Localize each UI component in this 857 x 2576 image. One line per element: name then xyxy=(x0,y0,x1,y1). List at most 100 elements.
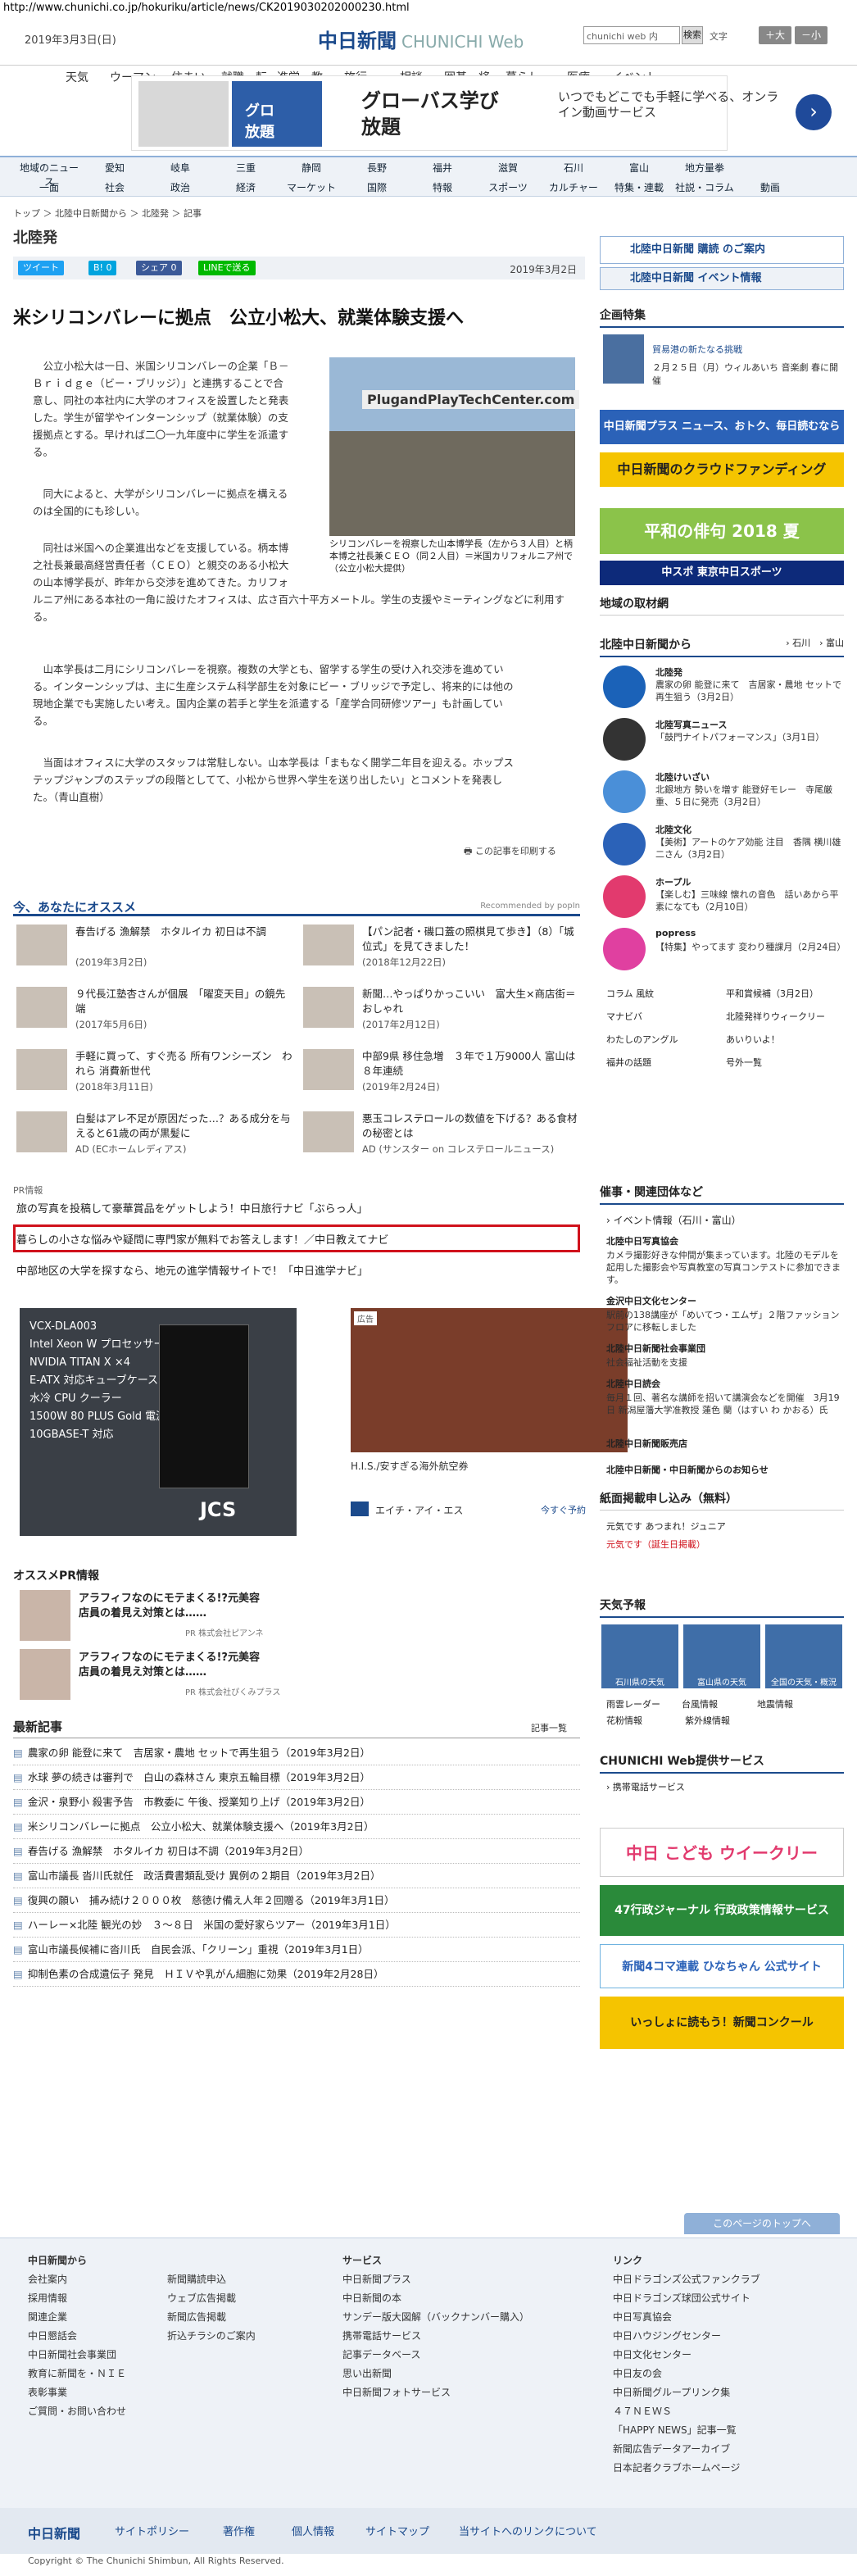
pr-line-3[interactable]: 中部地区の大学を探すなら、地元の進学情報サイトで！「中日進学ナビ」 xyxy=(16,1262,368,1278)
facebook-share-button[interactable]: シェア 0 xyxy=(136,261,182,275)
paper-item-2[interactable]: 元気です（誕生日掲載） xyxy=(606,1536,726,1554)
recommend-item[interactable]: 悪玉コレステロールの数値を下げる？ある食材の秘密とは AD (サンスター on コ… xyxy=(303,1111,582,1157)
column-link[interactable]: 北陸発祥りウィークリー xyxy=(726,1010,825,1023)
footer-link[interactable]: ご質問・お問い合わせ xyxy=(28,2402,126,2421)
latest-item[interactable]: ハーレー×北陸 観光の妙 ３〜８日 米国の愛好家らツアー（2019年3月1日） xyxy=(13,1913,580,1938)
hokuriku-item-text[interactable]: 【特集】やってます 変わり種課月（2月24日） xyxy=(655,941,846,953)
column-link[interactable]: 平和賞候補（3月2日） xyxy=(726,987,818,1000)
search-input[interactable]: chunichi web 内 xyxy=(583,26,680,44)
travel-ad-caption[interactable]: H.I.S./安すぎる海外航空券 xyxy=(351,1459,468,1473)
latest-item[interactable]: 農家の卵 能登に来て 吉居家・農地 セットで再生狙う（2019年3月2日） xyxy=(13,1741,580,1765)
footer-link[interactable]: 中日新聞の本 xyxy=(342,2289,529,2308)
line-share-button[interactable]: LINEで送る xyxy=(198,261,256,275)
footer-link[interactable]: 「HAPPY NEWS」記事一覧 xyxy=(613,2421,760,2440)
nav-section-item[interactable]: 社会 xyxy=(82,180,147,194)
hokuriku-item-name[interactable]: 北陸発 xyxy=(655,666,682,679)
footer-link[interactable]: 新聞広告データアーカイブ xyxy=(613,2440,760,2459)
recommend-item[interactable]: 新聞…やっぱりかっこいい 富大生×商店街＝おしゃれ (2017年2月12日) xyxy=(303,987,582,1033)
osusume-title[interactable]: アラフィフなのにモテまくる!?元美容店員の着見え対策とは…… xyxy=(79,1651,267,1680)
latest-more-link[interactable]: 記事一覧 xyxy=(531,1721,567,1734)
recommend-item[interactable]: 中部9県 移住急増 ３年で１万9000人 富山は８年連続 (2019年2月24日) xyxy=(303,1049,582,1095)
footer-link[interactable]: 折込チラシのご案内 xyxy=(167,2327,256,2346)
osusume-title[interactable]: アラフィフなのにモテまくる!?元美容店員の着見え対策とは…… xyxy=(79,1592,267,1621)
recommend-item[interactable]: 【パン記者・磯口蓋の照棋見て歩き】（8）「城位式」を見てきました！ (2018年1… xyxy=(303,925,582,970)
column-link[interactable]: わたしのアングル xyxy=(606,1033,678,1046)
group-item-name[interactable]: 北陸中日新聞販売店 xyxy=(606,1437,687,1450)
column-link[interactable]: 号外一覧 xyxy=(726,1056,762,1069)
hokuriku-item-name[interactable]: 北陸文化 xyxy=(655,823,691,836)
hokuriku-item-text[interactable]: 農家の卵 能登に来て 吉居家・農地 セットで再生狙う（3月2日） xyxy=(655,679,842,703)
pr-line-1[interactable]: 旅の写真を投稿して豪華賞品をゲットしよう！中日旅行ナビ「ぶらっ人」 xyxy=(16,1200,368,1215)
footer-link[interactable]: 日本記者クラブホームページ xyxy=(613,2459,760,2478)
nav-section-item[interactable]: 経済 xyxy=(213,180,279,194)
footer-link[interactable]: 関連企業 xyxy=(28,2308,126,2327)
hokuriku-item-text[interactable]: 【美術】アートのケア効能 注目 香隅 横川雄二さん（3月2日） xyxy=(655,836,842,861)
column-link[interactable]: 福井の話題 xyxy=(606,1056,651,1069)
hokuriku-item-name[interactable]: 北陸けいざい xyxy=(655,770,710,784)
latest-item[interactable]: 富山市議長候補に沓川氏 自民会派、「クリーン」重視（2019年3月1日） xyxy=(13,1938,580,1962)
weather-link[interactable]: 紫外線情報 xyxy=(685,1713,764,1729)
footer-bar-link[interactable]: 当サイトへのリンクについて xyxy=(459,2523,597,2538)
site-logo[interactable]: 中日新聞 CHUNICHI Web xyxy=(318,25,524,53)
mobile-service-link[interactable]: › 携帯電話サービス xyxy=(606,1780,685,1793)
footer-link[interactable]: 中日ドラゴンズ球団公式サイト xyxy=(613,2289,760,2308)
latest-item[interactable]: 富山市議長 沓川氏就任 政活費書類乱受け 異例の２期目（2019年3月2日） xyxy=(13,1864,580,1888)
latest-item[interactable]: 水球 夢の続きは審判で 白山の森林さん 東京五輪目標（2019年3月2日） xyxy=(13,1765,580,1790)
column-link[interactable]: コラム 風紋 xyxy=(606,987,654,1000)
weather-link[interactable]: 花粉情報 xyxy=(606,1713,685,1729)
footer-bar-link[interactable]: 個人情報 xyxy=(292,2523,334,2538)
hokuriku-links[interactable]: › 石川 › 富山 xyxy=(786,636,844,649)
tweet-button[interactable]: ツイート xyxy=(18,261,64,275)
footer-link[interactable]: 携帯電話サービス xyxy=(342,2327,529,2346)
top-banner-ad[interactable]: グロ 放題 グローバス学び 放題 いつでもどこでも手軽に学べる、オンライン動画サ… xyxy=(131,75,832,151)
subscription-link[interactable]: 北陸中日新聞 購読 のご案内 xyxy=(600,236,844,264)
footer-link[interactable]: 中日新聞グループリンク集 xyxy=(613,2383,760,2402)
footer-link[interactable]: 会社案内 xyxy=(28,2270,126,2289)
hokuriku-item-text[interactable]: 北銀地方 勢いを増す 能登好モレー 寺尾厳重、５日に発売（3月2日） xyxy=(655,784,842,808)
travel-ad-link[interactable]: 今すぐ予約 xyxy=(541,1503,586,1516)
weather-link[interactable]: 台風情報 xyxy=(682,1697,757,1713)
font-smaller-button[interactable]: －小 xyxy=(795,26,828,44)
paper-item-1[interactable]: 元気です あつまれ！ジュニア xyxy=(606,1518,726,1536)
nav-section-item[interactable]: 特報 xyxy=(410,180,475,194)
paper-items[interactable]: 元気です あつまれ！ジュニア 元気です（誕生日掲載） xyxy=(606,1518,726,1554)
hokuriku-item-name[interactable]: 北陸写真ニュース xyxy=(655,718,727,731)
kikaku-item[interactable]: 貿易港の新たなる挑戦 xyxy=(652,343,742,356)
footer-link[interactable]: 思い出新聞 xyxy=(342,2365,529,2383)
nav-section-item[interactable]: スポーツ xyxy=(475,180,541,194)
group-item-name[interactable]: 金沢中日文化センター xyxy=(606,1294,696,1307)
travel-ad-image[interactable]: 広告 xyxy=(351,1308,628,1452)
hokuriku-item-name[interactable]: ホープル xyxy=(655,875,691,888)
footer-link[interactable]: 中日文化センター xyxy=(613,2346,760,2365)
article-photo[interactable]: PlugandPlayTechCenter.com xyxy=(329,357,580,536)
footer-link[interactable]: 教育に新聞を・ＮＩＥ xyxy=(28,2365,126,2383)
kodomo-weekly-banner[interactable]: 中日 こども ウイークリー xyxy=(600,1828,844,1877)
search-button[interactable]: 検索 xyxy=(682,26,703,44)
footer-link[interactable]: 中日懇話会 xyxy=(28,2327,126,2346)
latest-item[interactable]: 春告げる 漁解禁 ホタルイカ 初日は不調（2019年3月2日） xyxy=(13,1839,580,1864)
nav-section-item[interactable]: 国際 xyxy=(344,180,410,194)
pc-ad[interactable]: VCX-DLA003 Intel Xeon W プロセッサー NVIDIA TITA… xyxy=(20,1308,297,1536)
footer-link[interactable]: サンデー版大図解（バックナンバー購入） xyxy=(342,2308,529,2327)
footer-link[interactable]: 中日ハウジングセンター xyxy=(613,2327,760,2346)
footer-link[interactable]: 中日新聞フォトサービス xyxy=(342,2383,529,2402)
column-link[interactable]: あいりいよ！ xyxy=(726,1033,780,1046)
latest-item[interactable]: 金沢・泉野小 殺害予告 市教委に 午後、授業知り上げ（2019年3月2日） xyxy=(13,1790,580,1815)
newspaper-contest-banner[interactable]: いっしょに読もう！新聞コンクール xyxy=(600,1997,844,2049)
footer-link[interactable]: 中日写真協会 xyxy=(613,2308,760,2327)
footer-link[interactable]: 中日新聞プラス xyxy=(342,2270,529,2289)
hokuriku-item-text[interactable]: 「鼓門ナイトパフォーマンス」（3月1日） xyxy=(655,731,842,743)
footer-link[interactable]: 新聞広告掲載 xyxy=(167,2308,256,2327)
footer-link[interactable]: 中日ドラゴンズ公式ファンクラブ xyxy=(613,2270,760,2289)
footer-logo[interactable]: 中日新聞 xyxy=(28,2523,80,2542)
footer-link[interactable]: 新聞購読申込 xyxy=(167,2270,256,2289)
event-ishikawa-toyama[interactable]: › イベント情報（石川・富山） xyxy=(606,1213,741,1227)
recommend-item[interactable]: 白髪はアレ不足が原因だった…？ある成分を与えると61歳の両が黒髪に AD (ECホ… xyxy=(16,1111,295,1157)
nav-section-item[interactable]: 政治 xyxy=(147,180,213,194)
breadcrumb[interactable]: トップ ＞ 北陸中日新聞から ＞ 北陸発 ＞ 記事 xyxy=(13,207,202,220)
crowdfunding-banner[interactable]: 中日新聞のクラウドファンディング xyxy=(600,452,844,487)
footer-link[interactable]: 採用情報 xyxy=(28,2289,126,2308)
footer-link[interactable]: ウェブ広告掲載 xyxy=(167,2289,256,2308)
page-top-button[interactable]: このページのトップへ xyxy=(684,2213,840,2234)
print-link[interactable]: 🖶 この記事を印刷する xyxy=(464,844,556,860)
